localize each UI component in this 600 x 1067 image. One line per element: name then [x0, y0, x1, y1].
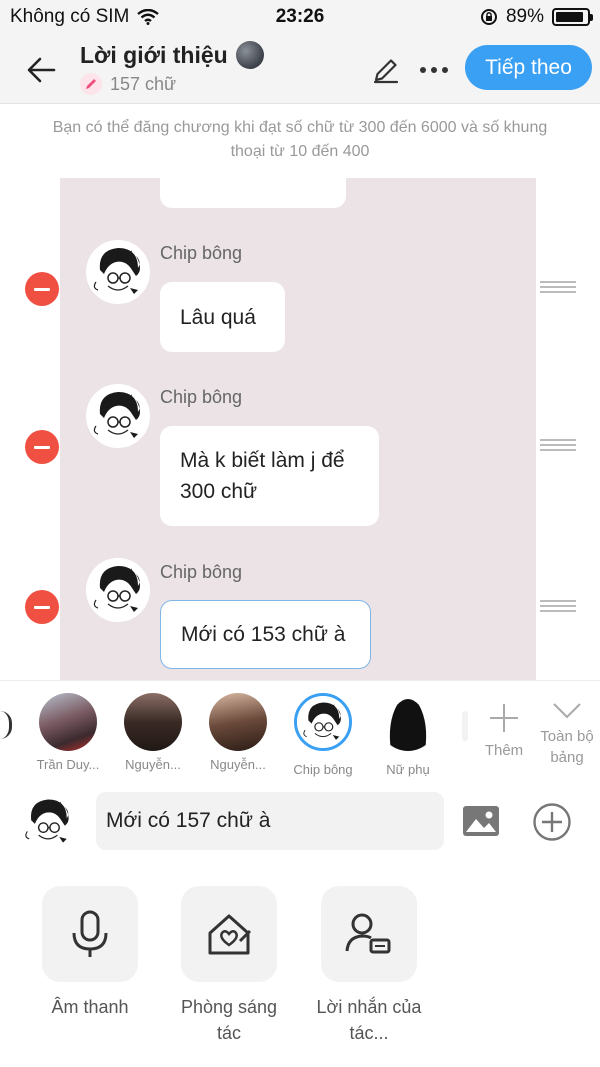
chevron-down-icon — [553, 703, 581, 719]
more-options-icon[interactable] — [414, 54, 454, 86]
word-limit-info: Bạn có thể đăng chương khi đạt số chữ từ… — [52, 119, 548, 160]
character-partial-right — [462, 711, 468, 741]
character-name: Nữ phụ — [386, 762, 430, 777]
drag-handle-icon[interactable] — [540, 600, 576, 614]
word-count-group: 157 chữ — [80, 73, 176, 95]
top-app-bar: Lời giới thiệu 157 chữ Tiếp theo — [0, 34, 600, 104]
audio-tool-label: Âm thanh — [51, 997, 129, 1017]
delete-message-button[interactable] — [25, 590, 59, 624]
character-item-selected[interactable]: Chip bông — [283, 693, 363, 777]
delete-message-button[interactable] — [25, 272, 59, 306]
moon-emoji-icon — [235, 41, 264, 69]
battery-percent: 89% — [505, 6, 544, 27]
image-icon[interactable] — [462, 804, 500, 838]
word-count: 157 chữ — [110, 73, 177, 94]
audio-tool-box — [42, 886, 138, 982]
plus-icon — [490, 704, 518, 732]
studio-tool-box — [181, 886, 277, 982]
message-input[interactable] — [96, 792, 444, 850]
pencil-badge-icon — [80, 73, 102, 95]
studio-tool-label: Phòng sáng tác — [180, 997, 278, 1043]
character-item[interactable]: Trần Duy... — [28, 693, 108, 772]
character-avatar — [209, 693, 267, 751]
character-avatar — [124, 693, 182, 751]
studio-tool[interactable]: Phòng sáng tác — [174, 886, 284, 1046]
author-note-tool-box — [321, 886, 417, 982]
battery-icon — [552, 8, 593, 26]
battery-group: 89% — [480, 6, 593, 28]
composer — [0, 780, 600, 864]
character-name: Nguyễn... — [210, 757, 266, 772]
tool-panel: Âm thanh Phòng sáng tác Lời nhắn của tác… — [0, 864, 600, 1067]
message-bubble[interactable]: Mà k biết làm j để 300 chữ — [160, 426, 379, 526]
sender-name: Chip bông — [160, 562, 243, 582]
page-title: Lời giới thiệu — [80, 41, 228, 68]
author-note-tool-label: Lời nhắn của tác... — [316, 997, 422, 1043]
show-all-button[interactable]: Toàn bộ bảng — [534, 699, 600, 768]
character-item[interactable]: Nữ phụ — [368, 693, 448, 777]
user-message-icon — [345, 913, 391, 954]
delete-message-button[interactable] — [25, 430, 59, 464]
character-avatar — [39, 693, 97, 751]
microphone-icon — [72, 910, 108, 957]
sender-name: Chip bông — [160, 387, 243, 407]
character-name: Trần Duy... — [36, 757, 100, 772]
next-button[interactable]: Tiếp theo — [465, 45, 592, 90]
add-circle-icon[interactable] — [532, 802, 572, 842]
drag-handle-icon[interactable] — [540, 281, 576, 295]
house-heart-icon — [208, 914, 252, 955]
current-speaker-avatar[interactable] — [18, 792, 78, 852]
character-name: Chip bông — [293, 762, 353, 777]
back-arrow-icon[interactable] — [22, 50, 62, 90]
character-avatar — [294, 693, 352, 751]
partial-message-bubble[interactable] — [160, 178, 346, 208]
author-note-tool[interactable]: Lời nhắn của tác... — [314, 886, 424, 1046]
drag-handle-icon[interactable] — [540, 439, 576, 453]
show-all-label: Toàn bộ bảng — [540, 728, 594, 766]
page-title-group: Lời giới thiệu — [80, 41, 264, 69]
orientation-lock-icon — [480, 9, 497, 25]
character-selector: Trần Duy... Nguyễn... Nguyễn... Chip bôn… — [0, 680, 600, 780]
character-item[interactable]: Nguyễn... — [113, 693, 193, 772]
message-bubble[interactable]: Lâu quá — [160, 282, 285, 352]
character-partial-left — [0, 711, 12, 739]
add-character-label: Thêm — [484, 742, 524, 759]
edit-pen-icon[interactable] — [370, 54, 402, 86]
character-avatar — [379, 693, 437, 751]
chip-bong-avatar[interactable] — [86, 384, 150, 448]
status-bar: Không có SIM 23:26 89% — [0, 0, 600, 34]
add-character-button[interactable]: Thêm — [478, 701, 530, 761]
character-name: Nguyễn... — [125, 757, 181, 772]
sender-name: Chip bông — [160, 243, 243, 263]
chip-bong-avatar[interactable] — [86, 558, 150, 622]
audio-tool[interactable]: Âm thanh — [35, 886, 145, 1020]
character-item[interactable]: Nguyễn... — [198, 693, 278, 772]
chip-bong-avatar[interactable] — [86, 240, 150, 304]
message-bubble-selected[interactable]: Mới có 153 chữ à — [160, 600, 371, 669]
